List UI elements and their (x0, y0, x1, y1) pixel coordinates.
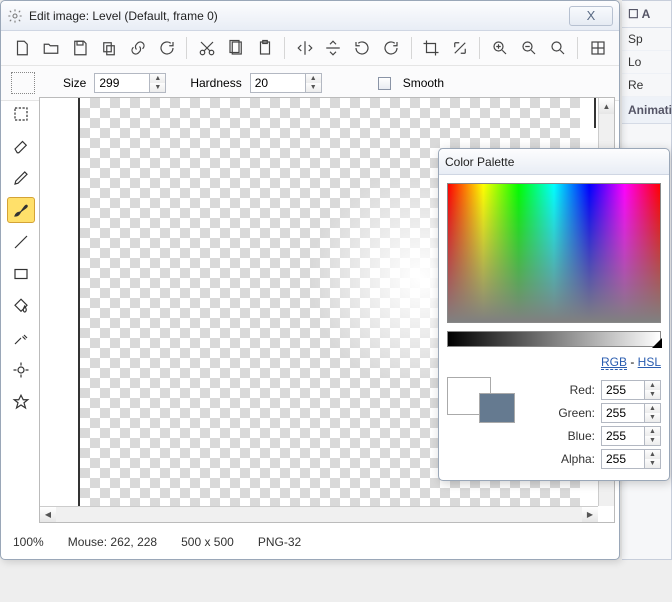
red-spinner[interactable]: ▲▼ (601, 380, 661, 400)
red-input[interactable] (601, 380, 645, 400)
color-swatches[interactable] (447, 377, 515, 466)
open-button[interactable] (38, 35, 65, 61)
flip-v-button[interactable] (320, 35, 347, 61)
paste-button[interactable] (251, 35, 278, 61)
hsl-mode-link[interactable]: HSL (638, 355, 661, 369)
smooth-checkbox[interactable] (378, 77, 391, 90)
scroll-right-icon[interactable]: ▶ (582, 507, 598, 522)
blue-label: Blue: (568, 429, 595, 443)
window-title: Edit image: Level (Default, frame 0) (29, 9, 569, 23)
down-arrow-icon[interactable]: ▼ (306, 83, 321, 92)
grid-button[interactable] (584, 35, 611, 61)
hue-saturation-picker[interactable] (447, 183, 661, 323)
alpha-input[interactable] (601, 449, 645, 469)
zoom-fit-button[interactable] (544, 35, 571, 61)
palette-titlebar[interactable]: Color Palette (439, 149, 669, 175)
tool-palette (5, 97, 39, 523)
rgb-mode-link[interactable]: RGB (601, 355, 627, 370)
size-label: Size (63, 76, 86, 90)
main-toolbar (1, 31, 619, 66)
link-button[interactable] (125, 35, 152, 61)
rect-tool[interactable] (7, 261, 35, 287)
value-slider[interactable] (447, 331, 661, 347)
blue-spinner[interactable]: ▲▼ (601, 426, 661, 446)
up-arrow-icon[interactable]: ▲ (150, 74, 165, 83)
zoom-out-button[interactable] (515, 35, 542, 61)
cut-button[interactable] (193, 35, 220, 61)
ruler-guide (78, 98, 80, 522)
smooth-label: Smooth (403, 76, 444, 90)
brush-tool[interactable] (7, 197, 35, 223)
scroll-left-icon[interactable]: ◀ (40, 507, 56, 522)
dimensions-status: 500 x 500 (181, 535, 234, 549)
resize-button[interactable] (447, 35, 474, 61)
flip-h-button[interactable] (291, 35, 318, 61)
blue-input[interactable] (601, 426, 645, 446)
zoom-status: 100% (13, 535, 44, 549)
copy-button[interactable] (96, 35, 123, 61)
crop-button[interactable] (418, 35, 445, 61)
green-label: Green: (558, 406, 595, 420)
format-status: PNG-32 (258, 535, 301, 549)
rotate-cw-button[interactable] (378, 35, 405, 61)
save-button[interactable] (67, 35, 94, 61)
red-label: Red: (570, 383, 595, 397)
reload-button[interactable] (154, 35, 181, 61)
hardness-spinner[interactable]: ▲▼ (250, 73, 322, 93)
side-row[interactable]: Sp (622, 28, 671, 51)
eyedropper-tool[interactable] (7, 325, 35, 351)
side-row[interactable]: Re (622, 74, 671, 97)
secondary-swatch[interactable] (479, 393, 515, 423)
line-tool[interactable] (7, 229, 35, 255)
select-tool[interactable] (7, 101, 35, 127)
zoom-in-button[interactable] (486, 35, 513, 61)
tool-options: Size ▲▼ Hardness ▲▼ Smooth (1, 66, 619, 101)
side-panel-header: ☐ A (622, 1, 671, 28)
scroll-up-icon[interactable]: ▲ (599, 98, 614, 114)
palette-title: Color Palette (445, 155, 663, 169)
status-bar: 100% Mouse: 262, 228 500 x 500 PNG-32 (7, 531, 613, 553)
selection-thumbnail[interactable] (11, 72, 35, 94)
alpha-spinner[interactable]: ▲▼ (601, 449, 661, 469)
gear-icon (7, 8, 23, 24)
pencil-tool[interactable] (7, 165, 35, 191)
rotate-ccw-button[interactable] (349, 35, 376, 61)
ruler-guide (594, 98, 596, 128)
alpha-label: Alpha: (561, 452, 595, 466)
shape-tool[interactable] (7, 389, 35, 415)
fill-tool[interactable] (7, 293, 35, 319)
eraser-tool[interactable] (7, 133, 35, 159)
animation-panel-header[interactable]: Animatio (622, 97, 671, 124)
down-arrow-icon[interactable]: ▼ (150, 83, 165, 92)
green-input[interactable] (601, 403, 645, 423)
titlebar: Edit image: Level (Default, frame 0) X (1, 1, 619, 31)
green-spinner[interactable]: ▲▼ (601, 403, 661, 423)
copy-clip-button[interactable] (222, 35, 249, 61)
up-arrow-icon[interactable]: ▲ (306, 74, 321, 83)
size-spinner[interactable]: ▲▼ (94, 73, 166, 93)
mouse-status: Mouse: 262, 228 (68, 535, 157, 549)
hardness-label: Hardness (190, 76, 241, 90)
color-palette-window: Color Palette RGB - HSL Red: ▲▼ Green: ▲… (438, 148, 670, 481)
horizontal-scrollbar[interactable]: ◀ ▶ (40, 506, 598, 522)
new-button[interactable] (9, 35, 36, 61)
hardness-input[interactable] (250, 73, 306, 93)
target-tool[interactable] (7, 357, 35, 383)
close-button[interactable]: X (569, 6, 613, 26)
side-row[interactable]: Lo (622, 51, 671, 74)
size-input[interactable] (94, 73, 150, 93)
